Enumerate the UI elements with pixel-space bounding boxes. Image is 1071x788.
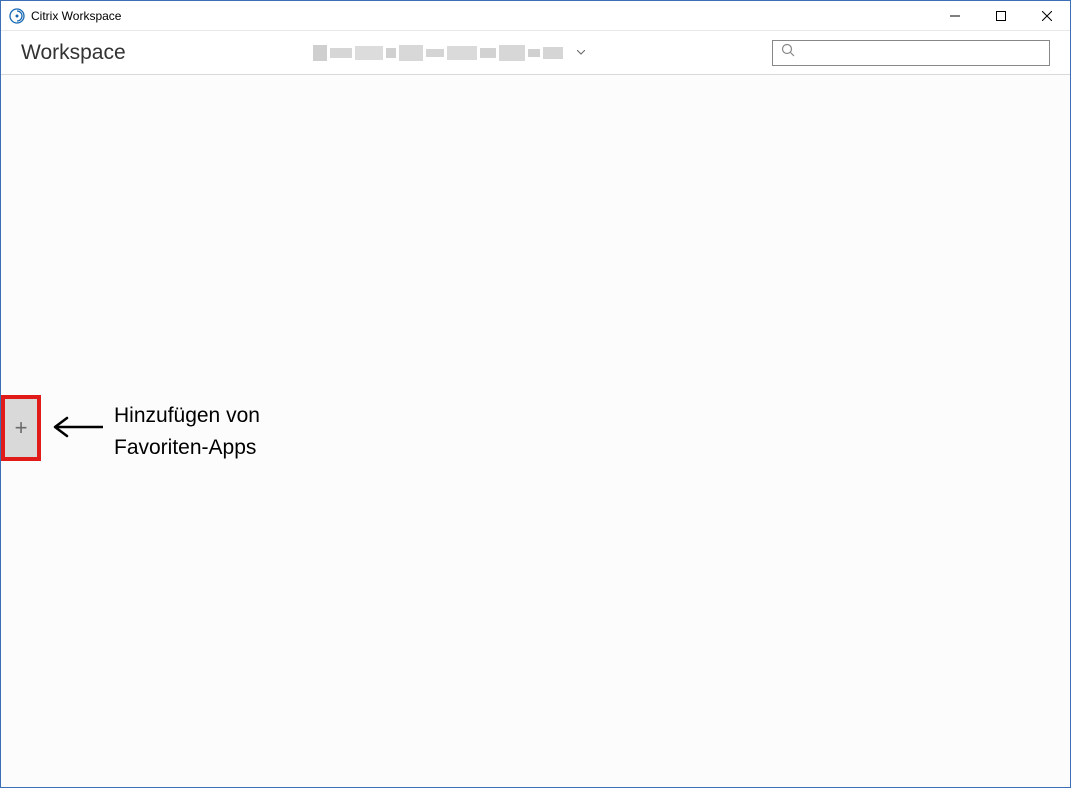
search-input[interactable] bbox=[801, 41, 1041, 65]
annotation-arrow-icon bbox=[51, 415, 105, 444]
window-controls bbox=[932, 1, 1070, 30]
header-right bbox=[772, 40, 1050, 66]
search-box[interactable] bbox=[772, 40, 1050, 66]
search-icon bbox=[781, 43, 795, 62]
add-favorite-button[interactable]: + bbox=[1, 395, 41, 461]
annotation-line2: Favoriten-Apps bbox=[114, 432, 260, 464]
chevron-down-icon[interactable] bbox=[577, 47, 585, 58]
content-area: + Hinzufügen von Favoriten-Apps bbox=[1, 75, 1070, 787]
title-bar-left: Citrix Workspace bbox=[9, 8, 121, 24]
close-button[interactable] bbox=[1024, 1, 1070, 30]
workspace-heading: Workspace bbox=[21, 41, 126, 65]
annotation-line1: Hinzufügen von bbox=[114, 400, 260, 432]
header-bar: Workspace bbox=[1, 31, 1070, 75]
plus-icon: + bbox=[15, 417, 28, 439]
redacted-user-info bbox=[313, 43, 563, 63]
title-bar: Citrix Workspace bbox=[1, 1, 1070, 31]
annotation-text: Hinzufügen von Favoriten-Apps bbox=[114, 400, 260, 463]
citrix-app-icon bbox=[9, 8, 25, 24]
minimize-button[interactable] bbox=[932, 1, 978, 30]
window-title: Citrix Workspace bbox=[31, 9, 121, 23]
header-center bbox=[126, 43, 772, 63]
maximize-button[interactable] bbox=[978, 1, 1024, 30]
window-frame: Citrix Workspace Workspace bbox=[0, 0, 1071, 788]
